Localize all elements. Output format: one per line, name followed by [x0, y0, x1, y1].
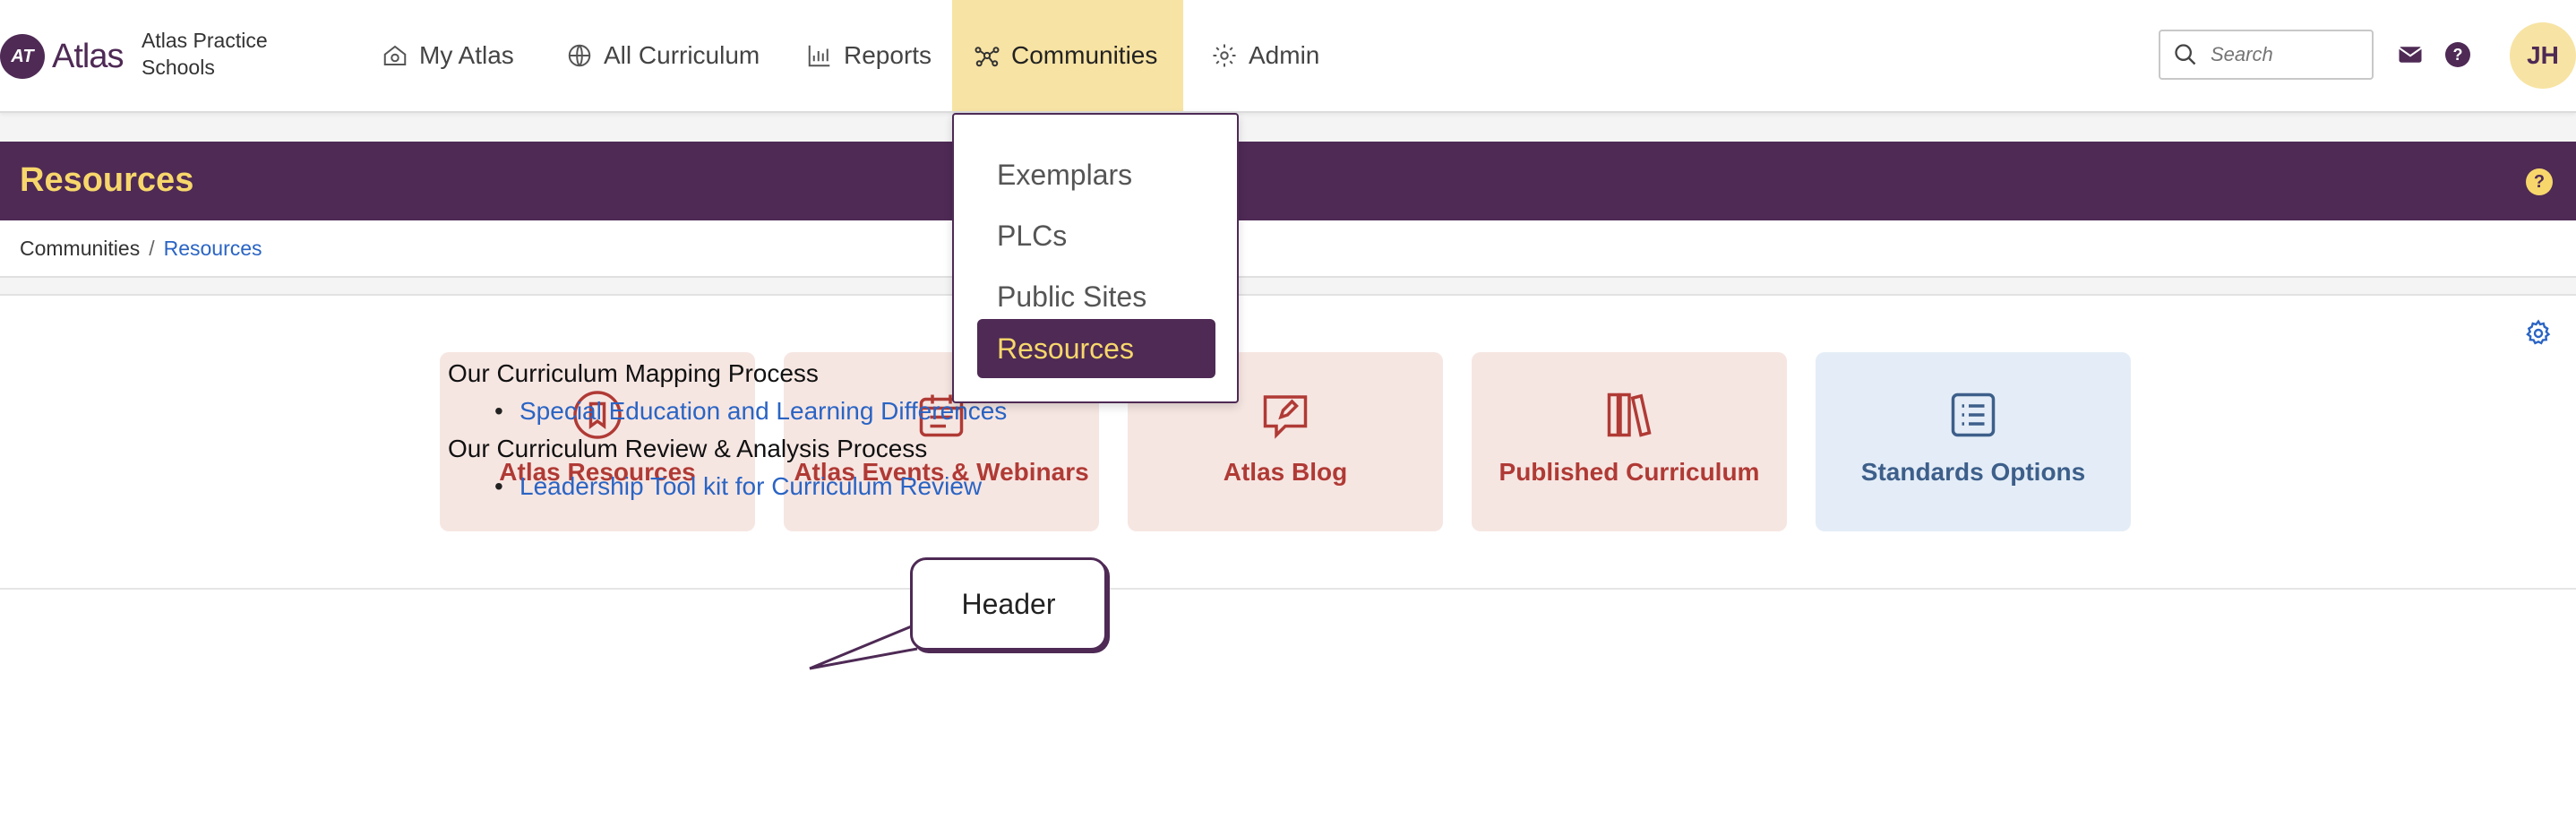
home-gear-icon [383, 45, 407, 65]
gear-icon [1213, 44, 1236, 67]
tile-label: Atlas Blog [1223, 458, 1348, 486]
breadcrumb-communities[interactable]: Communities [20, 237, 140, 260]
communities-dropdown: Exemplars PLCs Public Sites Resources [952, 113, 1239, 403]
tile-label: Standards Options [1860, 458, 2086, 486]
nav-all-curriculum-label: All Curriculum [604, 41, 760, 69]
nav-admin-label: Admin [1249, 41, 1320, 69]
list-item: Leadership Tool kit for Curriculum Revie… [448, 468, 1007, 505]
tile-standards-options[interactable]: Standards Options [1816, 352, 2131, 531]
resources-header-bar: Resources ? [0, 142, 2576, 220]
dropdown-item-plcs[interactable]: PLCs [977, 206, 1215, 265]
link-leadership-toolkit[interactable]: Leadership Tool kit for Curriculum Revie… [519, 472, 982, 500]
breadcrumb-bar: Communities / Resources [0, 220, 2576, 278]
search-input[interactable] [2211, 43, 2363, 66]
resources-content: Our Curriculum Mapping Process Special E… [448, 355, 1007, 505]
nav-my-atlas[interactable]: My Atlas [376, 0, 519, 111]
network-icon [975, 47, 1000, 67]
user-avatar[interactable]: JH [2510, 22, 2576, 89]
tile-label: Published Curriculum [1498, 458, 1760, 486]
callout-pointer [809, 624, 918, 670]
mail-icon[interactable] [2397, 41, 2424, 68]
logo-text: Atlas [52, 37, 124, 75]
breadcrumb-resources[interactable]: Resources [164, 237, 262, 260]
nav-reports[interactable]: Reports [801, 0, 937, 111]
nav-reports-label: Reports [844, 41, 932, 69]
books-icon [1607, 392, 1652, 437]
list-item: Special Education and Learning Differenc… [448, 392, 1007, 430]
mapping-links-list: Special Education and Learning Differenc… [448, 392, 1007, 430]
atlas-logo[interactable]: AT Atlas [0, 34, 124, 79]
search-box[interactable] [2159, 30, 2374, 80]
page-help-icon[interactable]: ? [2526, 168, 2553, 195]
school-name: Atlas Practice Schools [142, 27, 268, 81]
dropdown-item-resources[interactable]: Resources [977, 319, 1215, 378]
logo-badge: AT [0, 34, 45, 79]
chat-pencil-icon [1263, 395, 1308, 439]
list-icon [1951, 392, 1996, 437]
bar-chart-icon [808, 45, 830, 67]
link-special-education[interactable]: Special Education and Learning Differenc… [519, 397, 1007, 425]
nav-communities-label: Communities [1011, 41, 1158, 69]
top-navigation: AT Atlas Atlas Practice Schools My Atlas… [0, 0, 2576, 113]
settings-gear-icon[interactable] [2524, 319, 2553, 348]
resources-card: Atlas Resources Atlas Events & Webinars … [0, 294, 2576, 828]
breadcrumb-separator: / [149, 237, 155, 260]
globe-icon [568, 44, 591, 67]
school-name-line1: Atlas Practice [142, 29, 268, 52]
dropdown-item-exemplars[interactable]: Exemplars [977, 145, 1215, 204]
section-heading-review: Our Curriculum Review & Analysis Process [448, 435, 928, 462]
tile-published-curriculum[interactable]: Published Curriculum [1472, 352, 1787, 531]
breadcrumb: Communities / Resources [20, 237, 262, 261]
nav-my-atlas-label: My Atlas [419, 41, 514, 69]
help-icon[interactable]: ? [2445, 42, 2470, 67]
search-icon [2175, 44, 2196, 65]
school-name-line2: Schools [142, 56, 215, 79]
dropdown-item-public-sites[interactable]: Public Sites [977, 267, 1215, 326]
page-title: Resources [20, 161, 194, 199]
nav-communities[interactable]: Communities [952, 0, 1183, 111]
section-heading-mapping: Our Curriculum Mapping Process [448, 359, 819, 387]
nav-admin[interactable]: Admin [1206, 0, 1325, 111]
section-divider [0, 588, 2576, 590]
nav-all-curriculum[interactable]: All Curriculum [561, 0, 765, 111]
review-links-list: Leadership Tool kit for Curriculum Revie… [448, 468, 1007, 505]
header-callout: Header [910, 557, 1107, 651]
